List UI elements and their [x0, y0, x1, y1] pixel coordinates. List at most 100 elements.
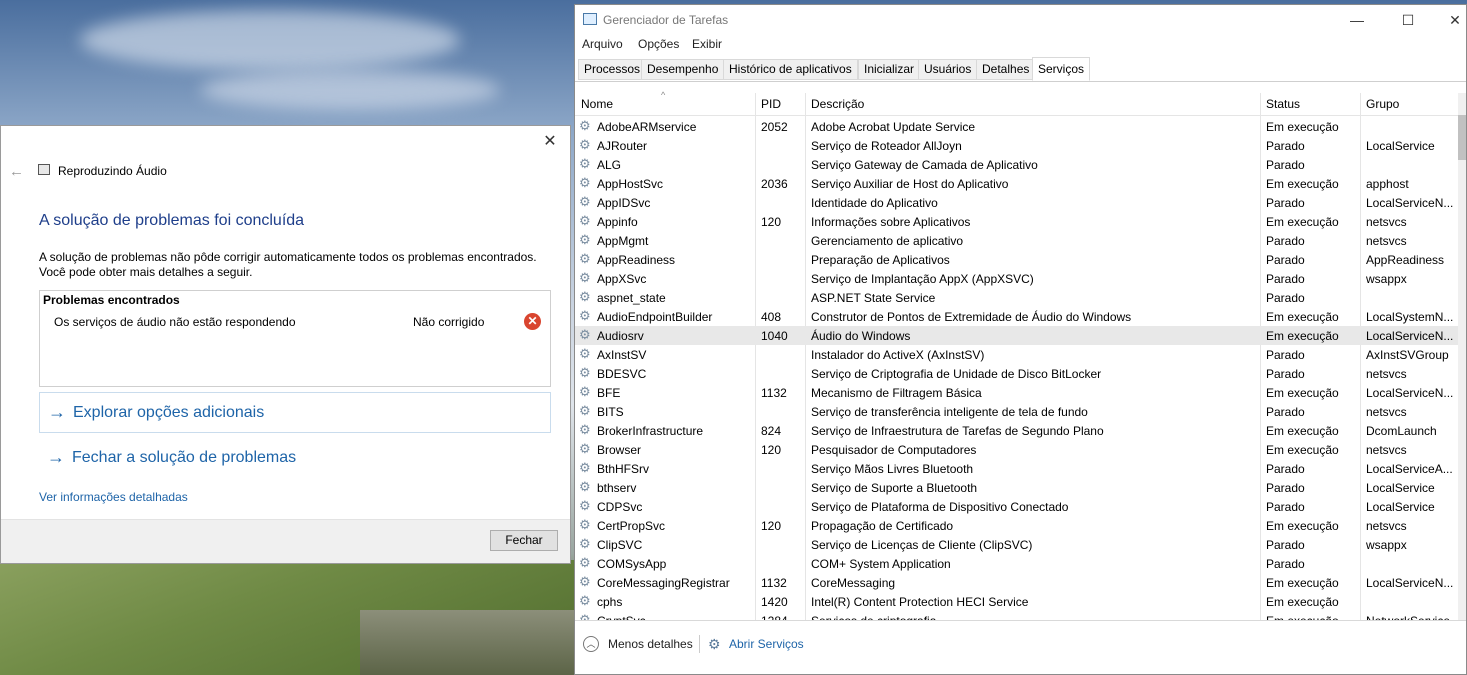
cell-name: BDESVC: [597, 367, 647, 381]
table-row[interactable]: ⚙ AudioEndpointBuilder 408 Construtor de Po…: [575, 307, 1460, 326]
problem-status: Não corrigido: [413, 315, 485, 329]
cell-status: Em execução: [1266, 595, 1339, 609]
table-row[interactable]: ⚙ ClipSVC Serviço de Licenças de Cliente (…: [575, 535, 1460, 554]
service-gear-icon: ⚙: [579, 537, 591, 551]
table-row[interactable]: ⚙ Audiosrv 1040 Áudio do Windows Em execução…: [575, 326, 1460, 345]
column-header-descricao[interactable]: Descrição: [811, 97, 864, 111]
cell-desc: Serviço de Suporte a Bluetooth: [811, 481, 978, 495]
tab-bar: Processos Desempenho Histórico de aplica…: [575, 57, 1466, 82]
table-row[interactable]: ⚙ ALG Serviço Gateway de Camada de Aplicat…: [575, 155, 1460, 174]
menu-arquivo[interactable]: Arquivo: [582, 37, 623, 51]
table-header: Nome ^ PID Descrição Status Grupo: [575, 90, 1460, 626]
close-icon[interactable]: ✕: [1440, 10, 1467, 30]
title-bar: Gerenciador de Tarefas — ☐ ✕: [575, 5, 1466, 35]
fewer-details-button[interactable]: Menos detalhes: [608, 637, 693, 651]
tab-inicializar[interactable]: Inicializar: [858, 59, 921, 80]
cell-name: aspnet_state: [597, 291, 666, 305]
table-row[interactable]: ⚙ BDESVC Serviço de Criptografia de Unidad…: [575, 364, 1460, 383]
back-arrow-icon[interactable]: ←: [9, 163, 24, 180]
table-row[interactable]: ⚙ AppMgmt Gerenciamento de aplicativo Parad…: [575, 231, 1460, 250]
table-row[interactable]: ⚙ BFE 1132 Mecanismo de Filtragem Básica Em …: [575, 383, 1460, 402]
cell-group: LocalService: [1366, 500, 1435, 514]
cell-name: COMSysApp: [597, 557, 667, 571]
service-gear-icon: ⚙: [579, 347, 591, 361]
cell-status: Parado: [1266, 367, 1305, 381]
cell-name: CDPSvc: [597, 500, 643, 514]
cell-desc: Serviço de Licenças de Cliente (ClipSVC): [811, 538, 1033, 552]
service-gear-icon: ⚙: [579, 404, 591, 418]
open-services-link[interactable]: Abrir Serviços: [729, 637, 804, 651]
table-row[interactable]: ⚙ Browser 120 Pesquisador de Computadores Em…: [575, 440, 1460, 459]
close-troubleshooter-button[interactable]: → Fechar a solução de problemas: [39, 438, 551, 479]
table-row[interactable]: ⚙ AJRouter Serviço de Roteador AllJoyn Para…: [575, 136, 1460, 155]
cell-desc: Propagação de Certificado: [811, 519, 954, 533]
table-row[interactable]: ⚙ AppReadiness Preparação de Aplicativos Pa…: [575, 250, 1460, 269]
table-row[interactable]: ⚙ bthserv Serviço de Suporte a Bluetooth Pa…: [575, 478, 1460, 497]
arrow-right-icon: →: [48, 402, 66, 422]
cell-status: Em execução: [1266, 424, 1339, 438]
cell-status: Parado: [1266, 462, 1305, 476]
table-row[interactable]: ⚙ AxInstSV Instalador do ActiveX (AxInstSV…: [575, 345, 1460, 364]
tab-desempenho[interactable]: Desempenho: [641, 59, 725, 80]
service-gear-icon: ⚙: [579, 271, 591, 285]
table-row[interactable]: ⚙ AppIDSvc Identidade do Aplicativo Parado L…: [575, 193, 1460, 212]
window-title: Reproduzindo Áudio: [58, 164, 167, 178]
tab-detalhes[interactable]: Detalhes: [976, 59, 1036, 80]
vertical-scrollbar[interactable]: [1458, 93, 1466, 620]
explore-options-button[interactable]: → Explorar opções adicionais: [39, 392, 551, 433]
service-gear-icon: ⚙: [579, 575, 591, 589]
table-row[interactable]: ⚙ BrokerInfrastructure 824 Serviço de Infra…: [575, 421, 1460, 440]
service-gear-icon: ⚙: [579, 233, 591, 247]
cell-pid: 1420: [761, 595, 788, 609]
table-row[interactable]: ⚙ AppXSvc Serviço de Implantação AppX (App…: [575, 269, 1460, 288]
maximize-icon[interactable]: ☐: [1393, 10, 1423, 30]
tab-servicos[interactable]: Serviços: [1032, 57, 1091, 81]
column-header-grupo[interactable]: Grupo: [1366, 97, 1399, 111]
table-row[interactable]: ⚙ Appinfo 120 Informações sobre Aplicativos…: [575, 212, 1460, 231]
table-row[interactable]: ⚙ AppHostSvc 2036 Serviço Auxiliar de Host …: [575, 174, 1460, 193]
table-row[interactable]: ⚙CryptSvc1284Serviços de criptografiaEm …: [575, 611, 1460, 620]
table-row[interactable]: ⚙ BthHFSrv Serviço Mãos Livres Bluetooth Pa…: [575, 459, 1460, 478]
close-button[interactable]: Fechar: [490, 530, 558, 551]
menu-opcoes[interactable]: Opções: [638, 37, 679, 51]
minimize-icon[interactable]: —: [1342, 10, 1372, 30]
table-row[interactable]: ⚙ cphs 1420 Intel(R) Content Protection HEC…: [575, 592, 1460, 611]
cell-desc: CoreMessaging: [811, 576, 896, 590]
cell-desc: Serviço de transferência inteligente de …: [811, 405, 1088, 419]
cell-desc: Serviço Auxiliar de Host do Aplicativo: [811, 177, 1009, 191]
column-header-pid[interactable]: PID: [761, 97, 781, 111]
tab-usuarios[interactable]: Usuários: [918, 59, 978, 80]
tab-historico[interactable]: Histórico de aplicativos: [723, 59, 858, 80]
cell-name: AppHostSvc: [597, 177, 664, 191]
table-row[interactable]: ⚙ aspnet_state ASP.NET State Service Parado: [575, 288, 1460, 307]
column-header-nome[interactable]: Nome: [581, 97, 613, 111]
column-header-status[interactable]: Status: [1266, 97, 1300, 111]
table-row[interactable]: ⚙ AdobeARMservice 2052 Adobe Acrobat Update…: [575, 117, 1460, 136]
description-line: Você pode obter mais detalhes a seguir.: [39, 265, 253, 279]
description-line: A solução de problemas não pôde corrigir…: [39, 250, 537, 264]
table-row[interactable]: ⚙ CertPropSvc 120 Propagação de Certificado…: [575, 516, 1460, 535]
menu-exibir[interactable]: Exibir: [692, 37, 722, 51]
close-icon[interactable]: ✕: [540, 132, 560, 152]
cell-name: CertPropSvc: [597, 519, 666, 533]
service-gear-icon: ⚙: [579, 556, 591, 570]
table-row[interactable]: ⚙ CDPSvc Serviço de Plataforma de Disposit…: [575, 497, 1460, 516]
cell-status: Em execução: [1266, 177, 1339, 191]
cell-desc: ASP.NET State Service: [811, 291, 936, 305]
table-row[interactable]: ⚙ BITS Serviço de transferência inteligent…: [575, 402, 1460, 421]
table-row[interactable]: ⚙ COMSysApp COM+ System Application Parado: [575, 554, 1460, 573]
cell-group: apphost: [1366, 177, 1409, 191]
cell-group: AxInstSVGroup: [1366, 348, 1449, 362]
tab-processos[interactable]: Processos: [578, 59, 647, 80]
table-row[interactable]: ⚙ CoreMessagingRegistrar 1132 CoreMessaging…: [575, 573, 1460, 592]
service-gear-icon: ⚙: [579, 328, 591, 342]
problems-header: Problemas encontrados: [43, 293, 180, 307]
scrollbar-thumb[interactable]: [1458, 115, 1466, 160]
view-details-link[interactable]: Ver informações detalhadas: [39, 490, 188, 504]
chevron-up-icon[interactable]: ︿: [583, 636, 599, 652]
explore-options-label: Explorar opções adicionais: [73, 404, 265, 421]
cell-pid: 120: [761, 443, 782, 457]
cell-desc: COM+ System Application: [811, 557, 951, 571]
cell-status: Parado: [1266, 291, 1305, 305]
cell-group: LocalServiceN...: [1366, 329, 1454, 343]
